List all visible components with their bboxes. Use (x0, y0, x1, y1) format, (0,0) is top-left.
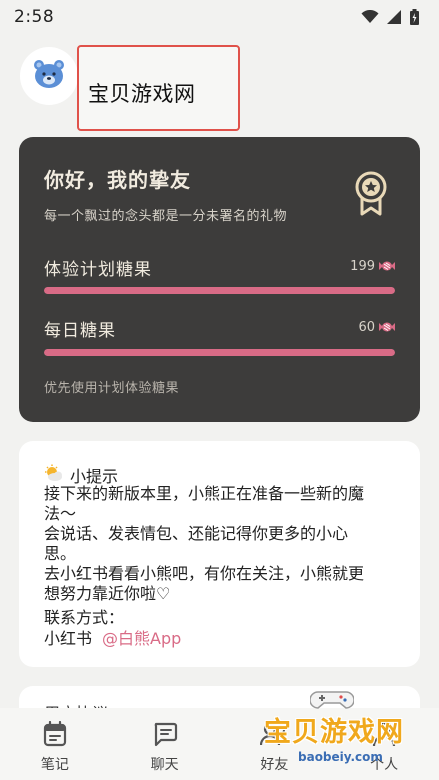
star-badge-icon[interactable] (353, 170, 389, 220)
nav-item-notes[interactable]: 笔记 (0, 708, 110, 780)
candy-icon (378, 319, 396, 338)
nav-label-notes: 笔记 (40, 757, 69, 773)
greeting-subtitle: 每一个飘过的念头都是一分未署名的礼物 (44, 209, 288, 224)
notebook-icon (43, 720, 67, 748)
contact-platform: 小红书 (44, 629, 93, 648)
battery-icon (410, 9, 419, 25)
tip-body-line: 想努力靠近你啦♡ (44, 584, 171, 603)
watermark-text: 宝贝游戏网 (264, 717, 404, 748)
daily-candy-count: 60 (358, 320, 375, 335)
tip-body: 接下来的新版本里，小熊正在准备一些新的魔 法～ 会说话、发表情包、还能记得你更多… (44, 484, 404, 604)
watermark: 宝贝游戏网 baobeiy.com (262, 688, 432, 778)
daily-candy-progress-fill (44, 349, 395, 356)
tip-body-line: 去小红书看看小熊吧，有你在关注，小熊就更 (44, 564, 365, 583)
tip-body-line: 会说话、发表情包、还能记得你更多的小心 (44, 524, 349, 543)
nav-item-chat[interactable]: 聊天 (110, 708, 220, 780)
tip-body-line: 接下来的新版本里，小熊正在准备一些新的魔 (44, 484, 365, 503)
status-time: 2:58 (14, 7, 55, 27)
daily-candy-label: 每日糖果 (44, 321, 116, 341)
sun-cloud-icon (44, 464, 64, 486)
trial-candy-progress (44, 287, 395, 294)
candy-note: 优先使用计划体验糖果 (44, 381, 180, 396)
tip-body-line: 法～ (44, 504, 77, 523)
bear-icon (32, 57, 66, 95)
watermark-url: baobeiy.com (298, 750, 383, 764)
app-name: 宝贝游戏网 (88, 82, 196, 106)
greeting-title: 你好，我的挚友 (44, 168, 191, 192)
tip-card: 小提示 接下来的新版本里，小熊正在准备一些新的魔 法～ 会说话、发表情包、还能记… (19, 441, 420, 667)
trial-candy-progress-fill (44, 287, 395, 294)
trial-candy-count: 199 (350, 259, 375, 274)
nav-label-chat: 聊天 (150, 757, 179, 773)
tip-body-line: 思。 (44, 544, 77, 563)
daily-candy-progress (44, 349, 395, 356)
candy-icon (378, 258, 396, 277)
wifi-icon (361, 10, 379, 24)
candy-card: 你好，我的挚友 每一个飘过的念头都是一分未署名的礼物 体验计划糖果 199 每日… (19, 137, 420, 422)
contact-row: 小红书 @白熊App (44, 625, 181, 649)
trial-candy-label: 体验计划糖果 (44, 260, 152, 280)
contact-handle-link[interactable]: @白熊App (102, 625, 181, 649)
signal-icon (387, 10, 402, 24)
chat-icon (152, 720, 178, 748)
avatar[interactable] (20, 47, 78, 105)
status-icons (361, 9, 419, 25)
status-bar: 2:58 (0, 0, 439, 34)
